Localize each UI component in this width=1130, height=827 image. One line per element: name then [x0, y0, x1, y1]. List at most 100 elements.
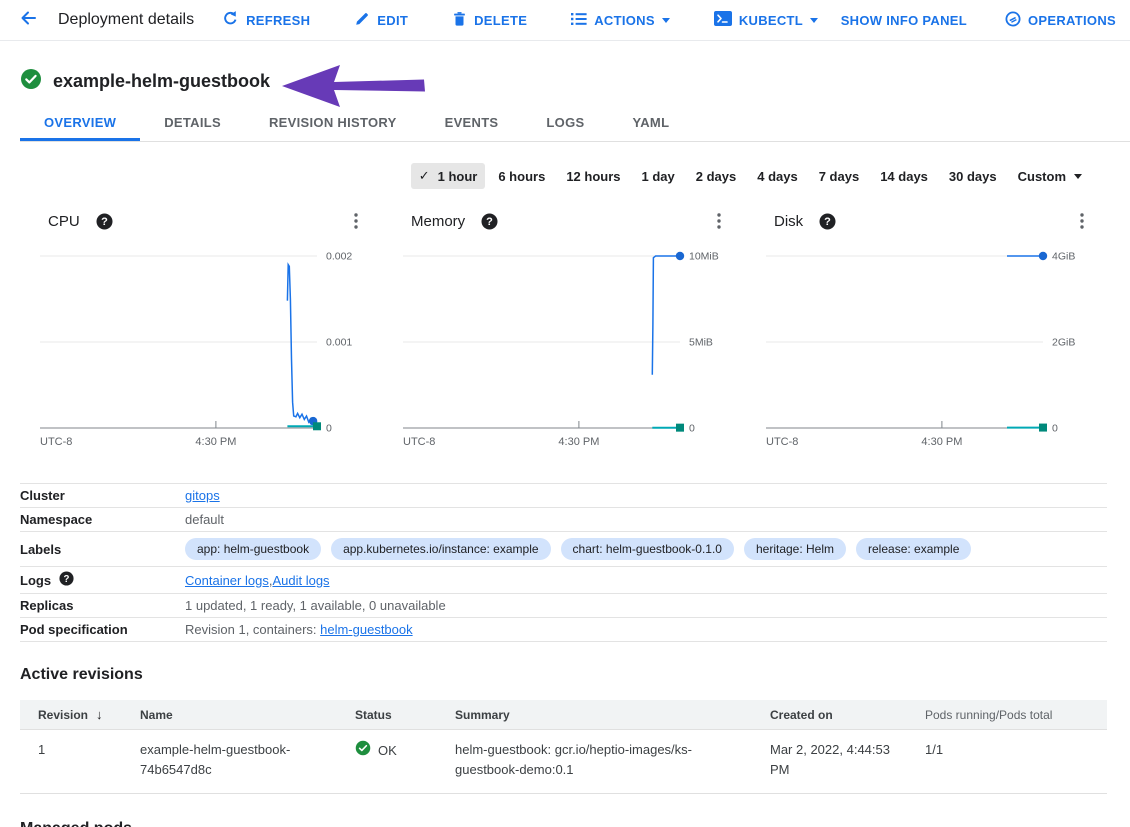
- time-option-4-days[interactable]: 4 days: [749, 164, 805, 189]
- operations-button[interactable]: OPERATIONS: [1005, 11, 1116, 30]
- svg-text:4GiB: 4GiB: [1052, 251, 1075, 263]
- chart-menu-icon[interactable]: [354, 213, 358, 229]
- label-chip: chart: helm-guestbook-0.1.0: [561, 538, 734, 560]
- replicas-value: 1 updated, 1 ready, 1 available, 0 unava…: [185, 598, 446, 613]
- kubectl-button[interactable]: KUBECTL: [714, 10, 818, 30]
- label-chip: heritage: Helm: [744, 538, 846, 560]
- svg-text:4:30 PM: 4:30 PM: [921, 436, 962, 448]
- container-link[interactable]: helm-guestbook: [320, 622, 413, 637]
- active-revisions-heading: Active revisions: [20, 666, 1107, 684]
- svg-text:UTC-8: UTC-8: [40, 436, 72, 448]
- actions-button[interactable]: ACTIONS: [571, 10, 670, 30]
- label-chip: release: example: [856, 538, 971, 560]
- memory-chart: 10MiB5MiB0UTC-84:30 PM: [403, 244, 725, 450]
- table-header-row: Revision↓ Name Status Summary Created on…: [20, 700, 1107, 730]
- svg-text:?: ?: [101, 216, 108, 228]
- caret-down-icon: [1074, 174, 1082, 179]
- cpu-chart-title: CPU: [48, 213, 80, 230]
- label-chip: app: helm-guestbook: [185, 538, 321, 560]
- time-option-1-hour[interactable]: ✓1 hour: [411, 163, 486, 189]
- name-cell: example-helm-guestbook-74b6547d8c: [122, 730, 337, 794]
- time-option-7-days[interactable]: 7 days: [811, 164, 867, 189]
- svg-text:4:30 PM: 4:30 PM: [195, 436, 236, 448]
- label-chip: app.kubernetes.io/instance: example: [331, 538, 550, 560]
- logs-row: Logs ? Container logs, Audit logs: [20, 566, 1107, 593]
- col-pods: Pods running/Pods total: [907, 700, 1107, 730]
- svg-text:4:30 PM: 4:30 PM: [558, 436, 599, 448]
- time-option-1-day[interactable]: 1 day: [634, 164, 683, 189]
- help-icon[interactable]: ?: [96, 213, 113, 230]
- chart-menu-icon[interactable]: [717, 213, 721, 229]
- cpu-chart: 0.0020.0010UTC-84:30 PM: [40, 244, 362, 450]
- selected-check-icon: ✓: [419, 168, 430, 184]
- actions-list-icon: [571, 12, 587, 29]
- disk-chart: 4GiB2GiB0UTC-84:30 PM: [766, 244, 1088, 450]
- chart-menu-icon[interactable]: [1080, 213, 1084, 229]
- namespace-row: Namespace default: [20, 507, 1107, 531]
- help-icon[interactable]: ?: [59, 571, 74, 589]
- labels-chip-list: app: helm-guestbook app.kubernetes.io/ins…: [185, 538, 981, 560]
- tab-overview[interactable]: OVERVIEW: [20, 106, 140, 141]
- time-option-14-days[interactable]: 14 days: [872, 164, 936, 189]
- svg-text:0.002: 0.002: [326, 251, 352, 263]
- tab-yaml[interactable]: YAML: [608, 106, 693, 141]
- back-button[interactable]: [16, 8, 40, 32]
- svg-text:?: ?: [64, 574, 70, 585]
- time-option-2-days[interactable]: 2 days: [688, 164, 744, 189]
- tab-events[interactable]: EVENTS: [421, 106, 523, 141]
- created-on-cell: Mar 2, 2022, 4:44:53 PM: [752, 730, 907, 794]
- memory-chart-panel: Memory ? 10MiB5MiB0UTC-84:30 PM: [403, 206, 725, 450]
- disk-chart-panel: Disk ? 4GiB2GiB0UTC-84:30 PM: [766, 206, 1088, 450]
- refresh-button[interactable]: REFRESH: [222, 10, 310, 30]
- col-revision[interactable]: Revision↓: [20, 700, 122, 730]
- status-cell: OK: [337, 730, 437, 794]
- pencil-icon: [354, 11, 370, 30]
- deployment-details-table: Cluster gitops Namespace default Labels …: [20, 483, 1107, 642]
- cluster-row: Cluster gitops: [20, 483, 1107, 507]
- tab-details[interactable]: DETAILS: [140, 106, 245, 141]
- active-revisions-table: Revision↓ Name Status Summary Created on…: [20, 700, 1107, 794]
- col-name: Name: [122, 700, 337, 730]
- pod-specification-row: Pod specification Revision 1, containers…: [20, 617, 1107, 642]
- memory-chart-title: Memory: [411, 213, 465, 230]
- time-option-custom[interactable]: Custom: [1010, 164, 1090, 189]
- edit-button[interactable]: EDIT: [354, 10, 408, 30]
- labels-row: Labels app: helm-guestbookapp.kubernetes…: [20, 531, 1107, 566]
- replicas-row: Replicas 1 updated, 1 ready, 1 available…: [20, 593, 1107, 617]
- refresh-icon: [222, 10, 239, 30]
- deployment-name: example-helm-guestbook: [53, 71, 270, 92]
- delete-button[interactable]: DELETE: [452, 10, 527, 30]
- next-section-heading: Managed pods: [20, 820, 132, 827]
- trash-icon: [452, 11, 467, 30]
- col-status: Status: [337, 700, 437, 730]
- table-row: 1 example-helm-guestbook-74b6547d8c OK h…: [20, 730, 1107, 794]
- cluster-link[interactable]: gitops: [185, 488, 220, 503]
- caret-down-icon: [810, 18, 818, 23]
- back-arrow-icon: [18, 8, 38, 33]
- caret-down-icon: [662, 18, 670, 23]
- toolbar: Deployment details REFRESH EDIT DELETE A…: [0, 0, 1130, 41]
- svg-text:2GiB: 2GiB: [1052, 337, 1075, 349]
- svg-text:0: 0: [1052, 423, 1058, 435]
- col-summary: Summary: [437, 700, 752, 730]
- page-title: Deployment details: [58, 11, 194, 29]
- show-info-panel-button[interactable]: SHOW INFO PANEL: [841, 11, 967, 30]
- summary-cell: helm-guestbook: gcr.io/heptio-images/ks-…: [437, 730, 752, 794]
- svg-text:0: 0: [326, 423, 332, 435]
- help-icon[interactable]: ?: [481, 213, 498, 230]
- terminal-icon: [714, 11, 732, 29]
- namespace-value: default: [185, 512, 224, 527]
- audit-logs-link[interactable]: Audit logs: [272, 573, 329, 588]
- svg-text:5MiB: 5MiB: [689, 337, 713, 349]
- status-check-circle-icon: [20, 68, 42, 95]
- time-option-6-hours[interactable]: 6 hours: [490, 164, 553, 189]
- tab-revision-history[interactable]: REVISION HISTORY: [245, 106, 421, 141]
- tab-logs[interactable]: LOGS: [522, 106, 608, 141]
- metrics-charts: CPU ? 0.0020.0010UTC-84:30 PM Memory ? 1…: [40, 206, 1088, 450]
- help-icon[interactable]: ?: [819, 213, 836, 230]
- container-logs-link[interactable]: Container logs: [185, 573, 269, 588]
- time-option-30-days[interactable]: 30 days: [941, 164, 1005, 189]
- svg-text:?: ?: [486, 216, 493, 228]
- time-option-12-hours[interactable]: 12 hours: [558, 164, 628, 189]
- deployment-header: example-helm-guestbook: [20, 68, 270, 95]
